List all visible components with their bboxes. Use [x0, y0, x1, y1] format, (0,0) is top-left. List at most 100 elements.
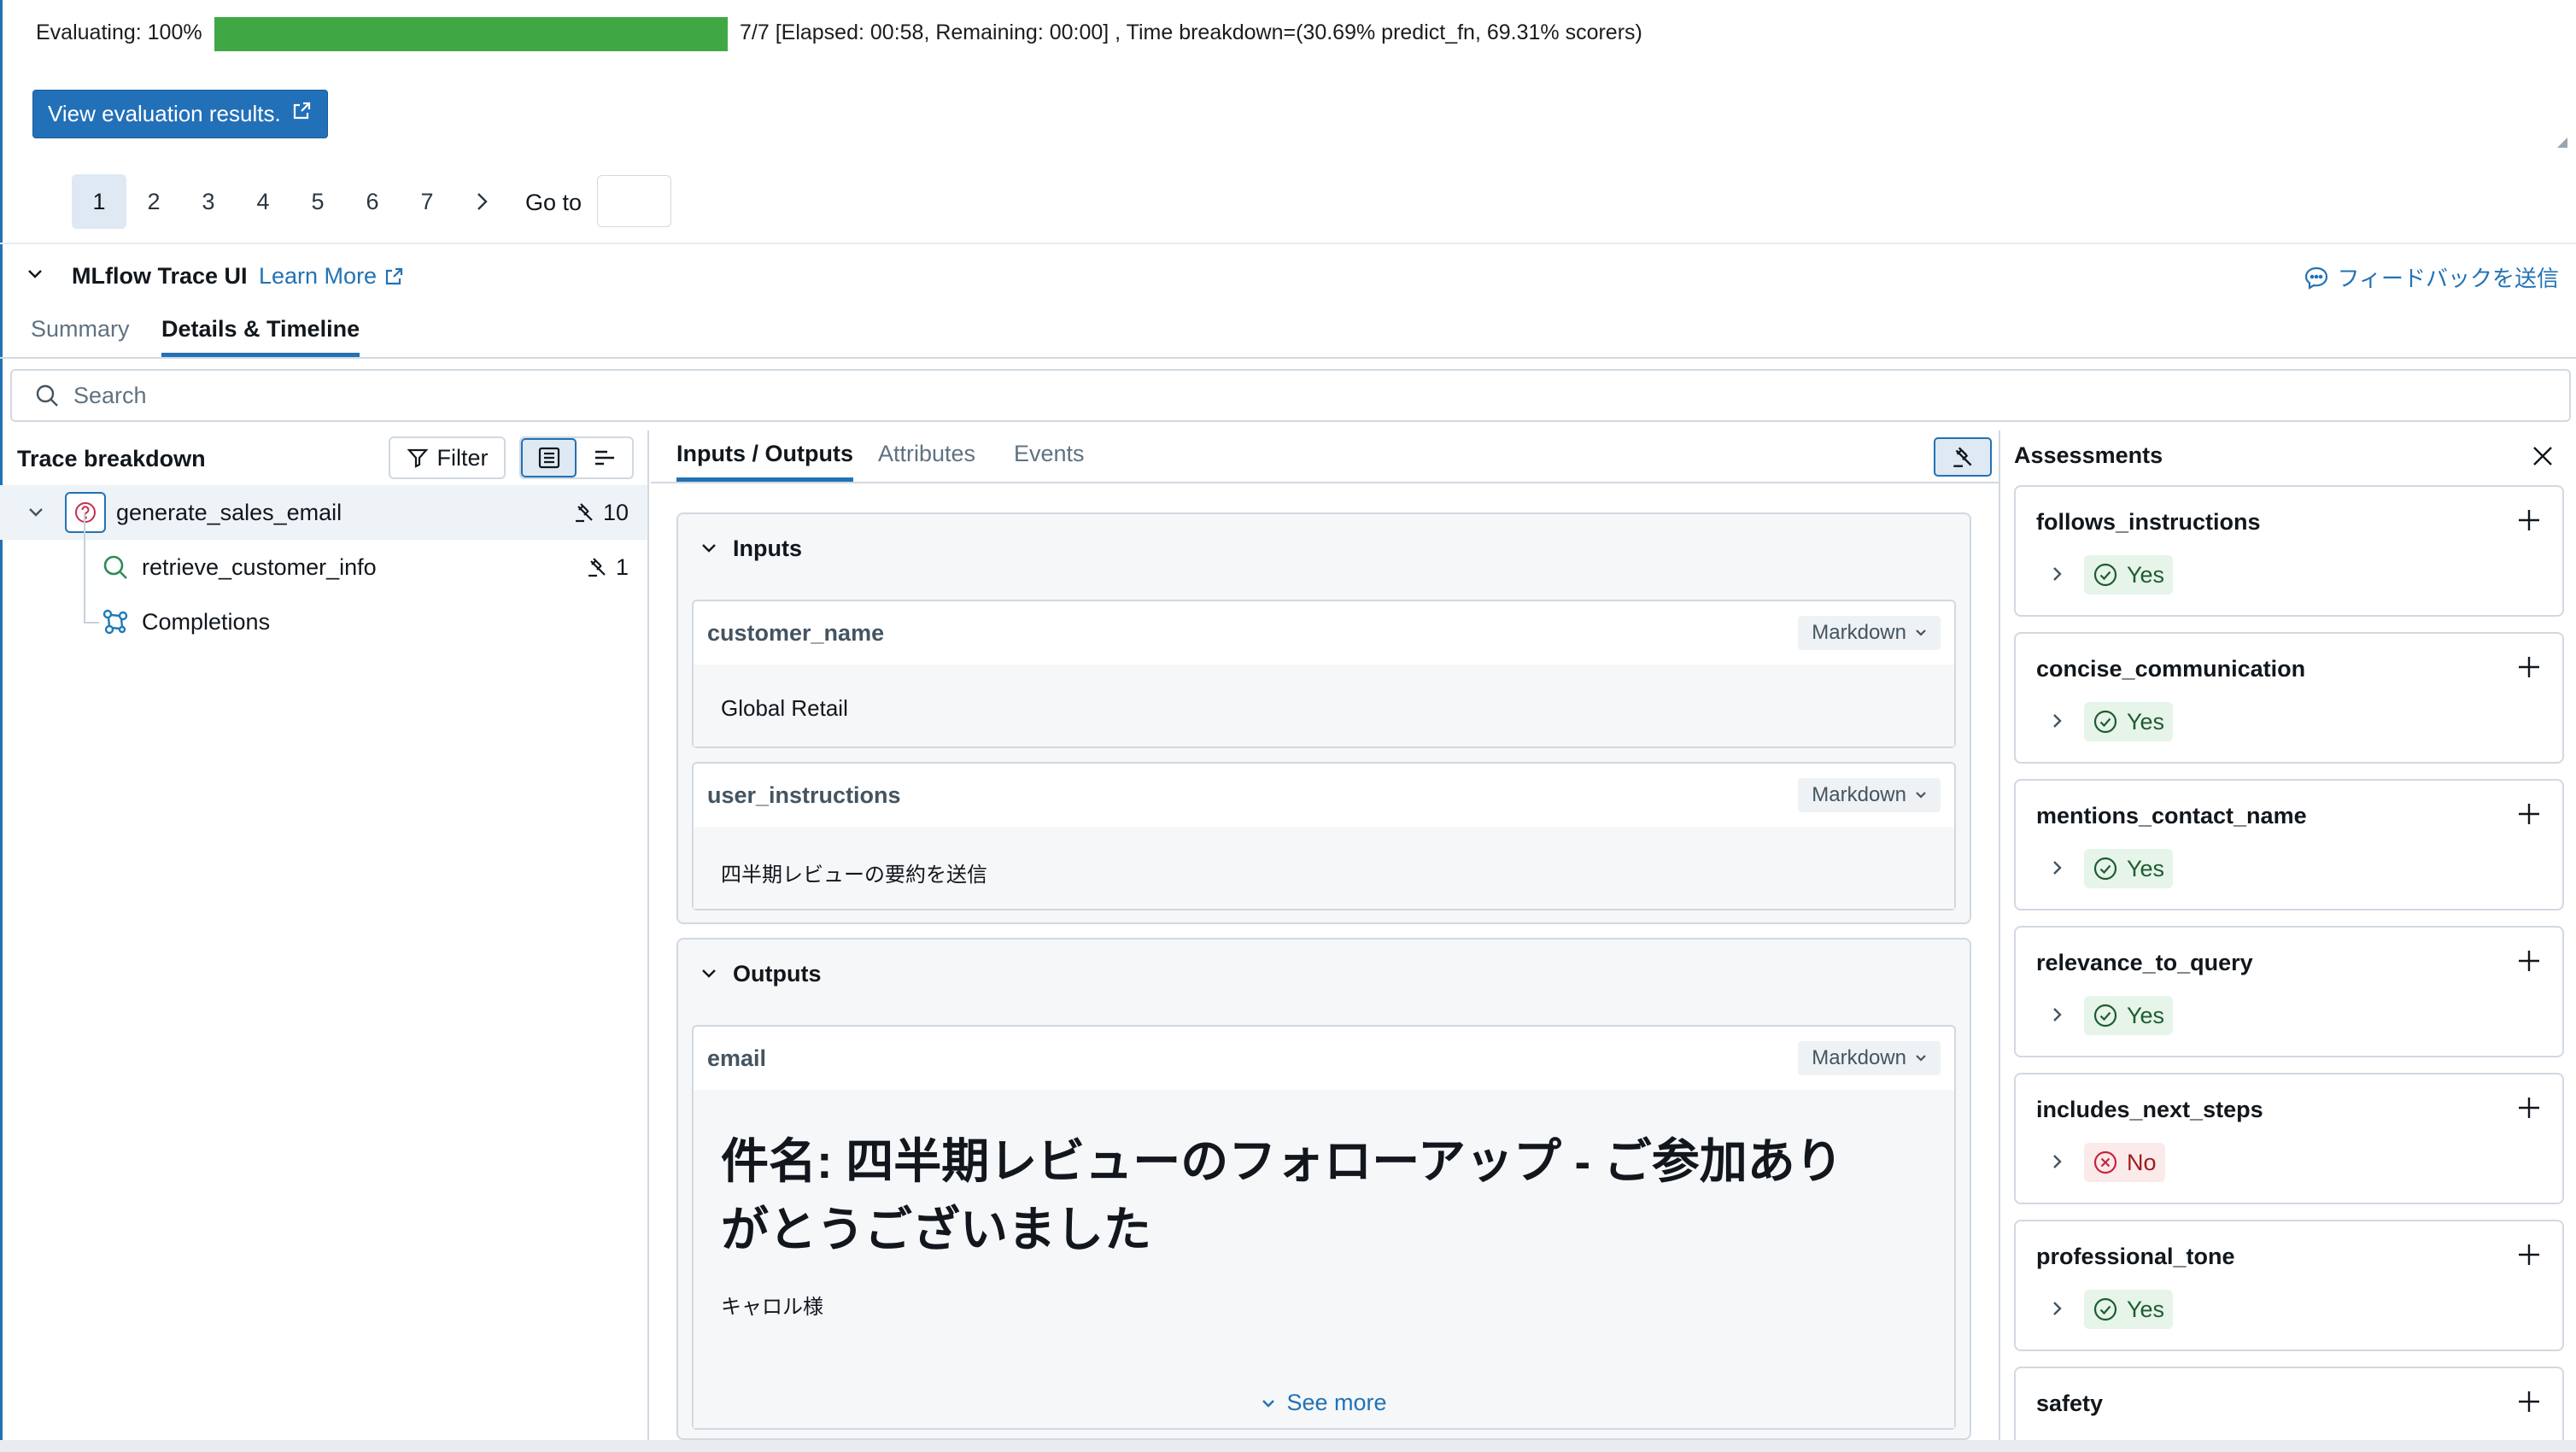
- plus-icon: [2519, 1391, 2539, 1412]
- resize-handle-icon[interactable]: [2557, 137, 2567, 148]
- tab-summary[interactable]: Summary: [31, 316, 130, 357]
- format-select[interactable]: Markdown: [1798, 778, 1941, 812]
- span-name: generate_sales_email: [116, 499, 342, 525]
- format-label: Markdown: [1812, 1046, 1906, 1069]
- assessment-card: follows_instructions Yes: [2014, 485, 2564, 617]
- timeline-icon: [594, 450, 614, 465]
- format-select[interactable]: Markdown: [1798, 1041, 1941, 1075]
- trace-breakdown-title: Trace breakdown: [17, 446, 206, 471]
- assessment-card: includes_next_steps No: [2014, 1073, 2564, 1204]
- trace-ui-title: MLflow Trace UI: [72, 263, 248, 289]
- tree-view-button[interactable]: [521, 438, 577, 477]
- expand-assessment-button[interactable]: [2048, 1153, 2065, 1170]
- close-assessments-button[interactable]: [2530, 443, 2556, 469]
- span-name: retrieve_customer_info: [142, 553, 377, 580]
- span-name: Completions: [142, 608, 271, 635]
- goto-page-input[interactable]: [597, 175, 671, 227]
- chevron-right-icon: [2053, 567, 2062, 581]
- tabs-divider: [0, 357, 2576, 359]
- outputs-title: Outputs: [733, 960, 822, 987]
- field-key: email: [707, 1045, 767, 1071]
- page-5[interactable]: 5: [290, 174, 345, 229]
- span-row-generate-sales-email[interactable]: generate_sales_email 10: [0, 485, 647, 540]
- send-feedback-link[interactable]: フィードバックを送信: [2304, 261, 2559, 293]
- email-markdown-preview: 件名: 四半期レビューのフォローアップ - ご参加あり がとうございました キャ…: [694, 1090, 1954, 1428]
- page-2[interactable]: 2: [126, 174, 181, 229]
- divider: [0, 243, 2576, 244]
- outputs-section-header[interactable]: Outputs: [678, 940, 1970, 1008]
- assessment-card: relevance_to_query Yes: [2014, 926, 2564, 1057]
- add-assessment-button[interactable]: [2516, 948, 2542, 974]
- format-label: Markdown: [1812, 621, 1906, 644]
- field-key: customer_name: [707, 619, 885, 646]
- tab-attributes[interactable]: Attributes: [878, 441, 975, 482]
- assessment-name: follows_instructions: [2036, 509, 2261, 535]
- page-3[interactable]: 3: [181, 174, 236, 229]
- send-feedback-label: フィードバックを送信: [2337, 266, 2559, 291]
- inputs-section-header[interactable]: Inputs: [678, 514, 1970, 583]
- span-row-completions[interactable]: Completions: [0, 594, 647, 649]
- assessments-toggle-button[interactable]: [1934, 437, 1992, 477]
- expand-assessment-button[interactable]: [2048, 1006, 2065, 1023]
- field-value: Global Retail: [694, 665, 1954, 746]
- expand-assessment-button[interactable]: [2048, 859, 2065, 876]
- see-more-button[interactable]: See more: [694, 1390, 1954, 1416]
- expand-assessment-button[interactable]: [2048, 565, 2065, 583]
- collapse-trace-button[interactable]: [26, 266, 44, 286]
- chevron-down-icon: [1916, 792, 1926, 799]
- add-assessment-button[interactable]: [2516, 1389, 2542, 1414]
- format-label: Markdown: [1812, 783, 1906, 806]
- tab-inputs-outputs[interactable]: Inputs / Outputs: [676, 441, 853, 482]
- gavel-icon: [588, 558, 606, 577]
- inputs-title: Inputs: [733, 535, 802, 561]
- check-circle-icon: [2093, 710, 2117, 734]
- chevron-down-icon[interactable]: [27, 506, 44, 519]
- format-select[interactable]: Markdown: [1798, 616, 1941, 650]
- expand-assessment-button[interactable]: [2048, 1300, 2065, 1317]
- progress-label: Evaluating: 100%: [36, 20, 202, 44]
- chevron-right-icon: [477, 193, 488, 210]
- chevron-right-icon: [2053, 714, 2062, 728]
- view-mode-toggle[interactable]: [519, 436, 634, 479]
- add-assessment-button[interactable]: [2516, 654, 2542, 680]
- chevron-down-icon: [1916, 1055, 1926, 1062]
- field-key: user_instructions: [707, 782, 901, 808]
- plus-icon: [2519, 1244, 2539, 1265]
- span-row-retrieve-customer-info[interactable]: retrieve_customer_info 1: [0, 540, 647, 594]
- expand-assessment-button[interactable]: [2048, 712, 2065, 729]
- search-bar[interactable]: [10, 369, 2571, 422]
- add-assessment-button[interactable]: [2516, 1095, 2542, 1121]
- page-4[interactable]: 4: [236, 174, 290, 229]
- next-page-button[interactable]: [454, 174, 509, 229]
- filter-button[interactable]: Filter: [389, 436, 506, 479]
- email-subject-heading: 件名: 四半期レビューのフォローアップ - ご参加あり がとうございました: [721, 1127, 1954, 1264]
- add-assessment-button[interactable]: [2516, 507, 2542, 533]
- page-1[interactable]: 1: [72, 174, 126, 229]
- tab-events[interactable]: Events: [1014, 441, 1085, 482]
- llm-icon: [101, 607, 130, 636]
- assessment-pass-badge: Yes: [2084, 996, 2174, 1035]
- x-circle-icon: [2093, 1150, 2117, 1174]
- gavel-icon: [1953, 447, 1972, 467]
- chevron-right-icon: [2053, 1302, 2062, 1315]
- page-7[interactable]: 7: [400, 174, 454, 229]
- list-view-icon: [538, 447, 559, 469]
- check-circle-icon: [2093, 1297, 2117, 1321]
- learn-more-link[interactable]: Learn More: [259, 263, 404, 290]
- add-assessment-button[interactable]: [2516, 1242, 2542, 1268]
- input-field-customer-name: customer_name Markdown Global Retail: [692, 600, 1956, 748]
- assessment-name: professional_tone: [2036, 1244, 2235, 1269]
- tab-details-timeline[interactable]: Details & Timeline: [161, 316, 360, 357]
- assessment-pass-badge: Yes: [2084, 1290, 2174, 1329]
- assessment-card: concise_communication Yes: [2014, 632, 2564, 764]
- search-input[interactable]: [73, 382, 586, 409]
- horizontal-scrollbar[interactable]: [0, 1440, 2576, 1452]
- assessment-name: relevance_to_query: [2036, 950, 2253, 975]
- email-subject-line: がとうございました: [721, 1203, 1151, 1256]
- learn-more-label: Learn More: [259, 263, 378, 289]
- add-assessment-button[interactable]: [2516, 801, 2542, 827]
- view-evaluation-results-button[interactable]: View evaluation results.: [32, 90, 328, 138]
- timeline-view-button[interactable]: [577, 438, 632, 477]
- check-circle-icon: [2093, 563, 2117, 587]
- page-6[interactable]: 6: [345, 174, 400, 229]
